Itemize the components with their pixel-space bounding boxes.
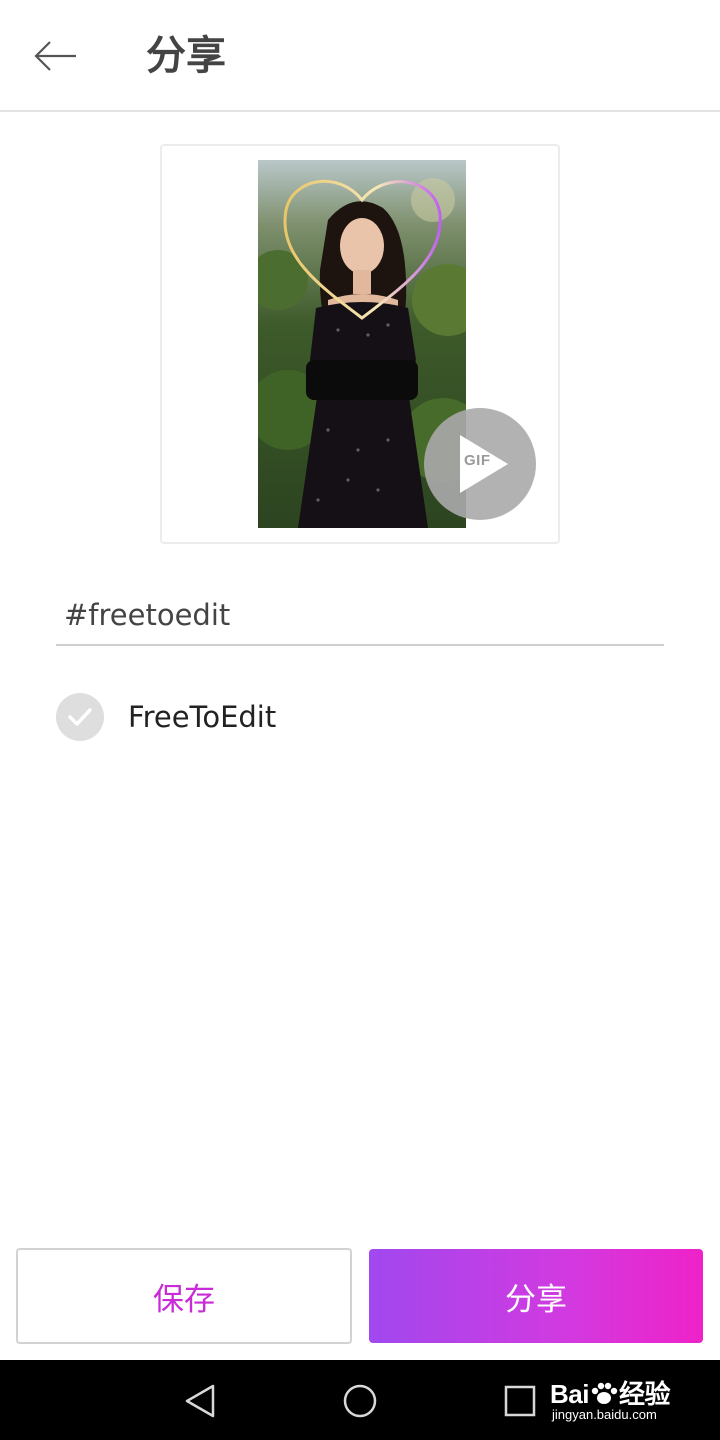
nav-home-button[interactable] (335, 1376, 385, 1426)
circle-home-icon (343, 1384, 377, 1418)
nav-recents-button[interactable] (495, 1376, 545, 1426)
nav-back-button[interactable] (175, 1376, 225, 1426)
page-title: 分享 (146, 33, 226, 79)
checkmark-icon (68, 708, 92, 726)
free-to-edit-toggle[interactable]: FreeToEdit (56, 692, 276, 742)
app-header: 分享 (0, 0, 720, 112)
back-button[interactable] (24, 28, 88, 84)
arrow-left-icon (34, 41, 76, 71)
free-to-edit-label: FreeToEdit (128, 700, 277, 734)
gif-label: GIF (464, 452, 491, 469)
gif-play-button[interactable]: GIF (424, 408, 536, 520)
system-nav-bar (0, 1360, 720, 1440)
square-recents-icon (504, 1385, 536, 1417)
triangle-back-icon (185, 1384, 215, 1418)
check-circle[interactable] (56, 693, 104, 741)
share-button[interactable]: 分享 (369, 1249, 703, 1343)
save-button[interactable]: 保存 (16, 1248, 352, 1344)
tags-input[interactable] (56, 592, 664, 646)
